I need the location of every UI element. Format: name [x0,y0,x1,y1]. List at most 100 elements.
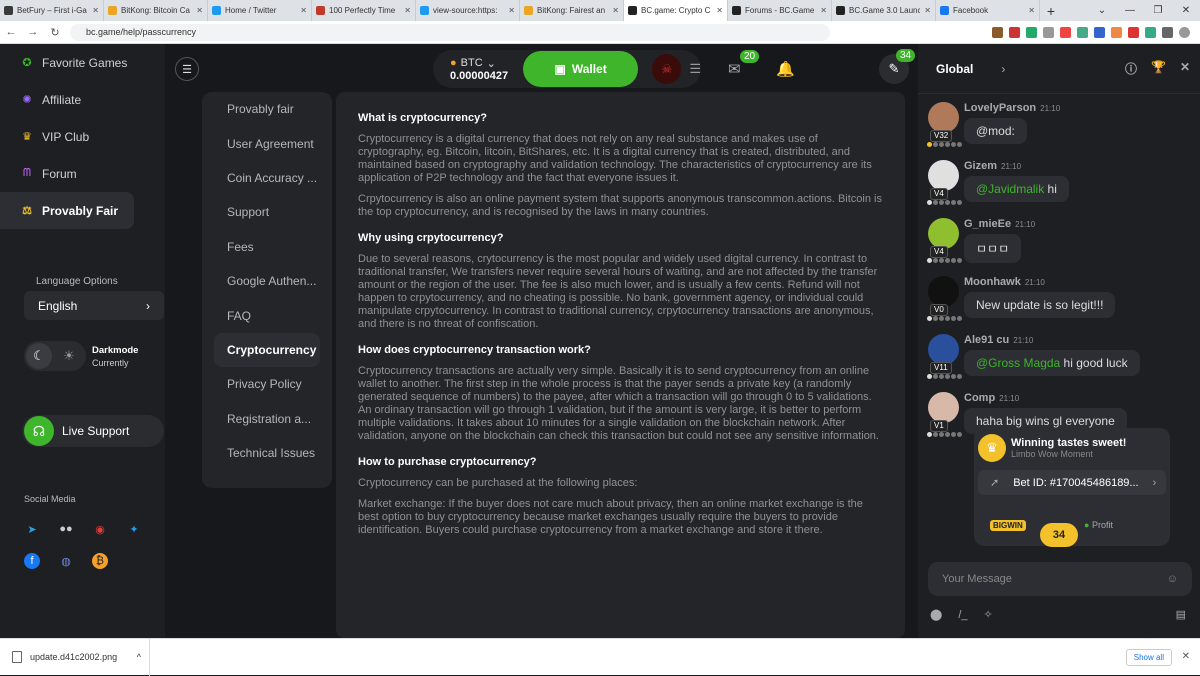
avatar[interactable] [928,218,959,249]
extension-icon[interactable] [1043,26,1054,38]
browser-tab[interactable]: BC.Game 3.0 Launc ✕ [832,0,936,21]
bell-icon[interactable]: 🔔 [776,60,795,78]
help-item[interactable]: Registration a... [202,402,332,436]
show-all-button[interactable]: Show all [1125,648,1172,666]
help-item[interactable]: Provably fair [202,92,332,126]
avatar[interactable] [928,102,959,133]
browser-tab[interactable]: Forums - BC.Game ✕ [728,0,832,21]
chat-username[interactable]: G_mieEe 21:10 [964,216,1200,230]
browser-tab[interactable]: BetFury – First i-Ga ✕ [0,0,104,21]
minimize-icon[interactable]: — [1116,0,1144,21]
keyboard-icon[interactable]: ▤ [1176,608,1186,621]
chevron-up-icon[interactable]: ^ [137,652,141,662]
browser-tab[interactable]: Home / Twitter ✕ [208,0,312,21]
mention-link[interactable]: @Gross Magda [976,356,1060,370]
currency-select[interactable]: ● BTC ⌄ 0.00000427 [433,57,523,82]
close-icon[interactable]: ✕ [1182,651,1190,662]
new-tab-button[interactable]: + [1040,0,1062,21]
tab-close-icon[interactable]: ✕ [300,6,307,15]
extension-icon[interactable] [1077,26,1088,38]
browser-tab[interactable]: view-source:https: ✕ [416,0,520,21]
extension-icon[interactable] [1060,26,1071,38]
extension-icon[interactable] [1145,26,1156,38]
tab-close-icon[interactable]: ✕ [716,6,723,15]
info-icon[interactable]: ⓘ [1125,60,1137,77]
forward-icon[interactable]: → [22,26,44,38]
help-item-cryptocurrency[interactable]: Cryptocurrency [214,332,320,368]
telegram-icon[interactable]: ➤ [24,521,40,537]
extension-icon[interactable] [1094,26,1105,38]
extension-icon[interactable] [1026,26,1037,38]
help-item[interactable]: Support [202,195,332,229]
avatar[interactable] [928,160,959,191]
reload-icon[interactable]: ↻ [44,26,66,39]
extension-icon[interactable] [1111,26,1122,38]
mention-link[interactable]: @Javidmalik [976,182,1044,196]
nav-provably-fair[interactable]: ⚖ Provably Fair [0,192,134,229]
puzzle-icon[interactable] [1162,26,1173,38]
twitter-icon[interactable]: ✦ [126,521,142,537]
help-item[interactable]: Google Authen... [202,264,332,298]
chat-username[interactable]: Moonhawk 21:10 [964,274,1200,288]
browser-tab[interactable]: BitKong: Fairest an ✕ [520,0,624,21]
nav-favorite-games[interactable]: ✪ Favorite Games [0,44,165,81]
chat-message-input[interactable]: Your Message ☺ [928,562,1192,596]
chat-username[interactable]: Comp 21:10 [964,390,1200,404]
github-icon[interactable]: ◉ [92,521,108,537]
extension-icon[interactable] [1009,26,1020,38]
help-item[interactable]: Technical Issues [202,436,332,470]
nav-forum[interactable]: ᗰ Forum [0,155,165,192]
tab-close-icon[interactable]: ✕ [92,6,99,15]
chat-tab-global[interactable]: Global [936,62,973,76]
browser-tab[interactable]: BitKong: Bitcoin Ca ✕ [104,0,208,21]
browser-tab[interactable]: BC.game: Crypto C ✕ [624,0,728,21]
avatar[interactable] [928,392,959,423]
chat-username[interactable]: LovelyParson 21:10 [964,100,1200,114]
chat-username[interactable]: Ale91 cu 21:10 [964,332,1200,346]
help-item[interactable]: Fees [202,230,332,264]
extension-icon[interactable] [992,26,1003,38]
bet-id-row[interactable]: ➚ Bet ID: #170045486189... › [978,470,1166,495]
close-icon[interactable]: ✕ [1180,60,1190,77]
maximize-icon[interactable]: ❐ [1144,0,1172,21]
avatar[interactable] [928,334,959,365]
avatar[interactable]: ☠ [652,54,682,84]
chat-username[interactable]: Gizem 21:10 [964,158,1200,172]
chevron-right-icon[interactable]: › [1001,62,1005,76]
tab-close-icon[interactable]: ✕ [820,6,827,15]
avatar[interactable] [928,276,959,307]
live-support-button[interactable]: ☊ Live Support [22,415,164,447]
extension-icon[interactable] [1128,26,1139,38]
help-item[interactable]: Privacy Policy [202,367,332,401]
help-item[interactable]: FAQ [202,298,332,332]
emoji-icon[interactable]: ☺ [1167,573,1178,585]
medium-icon[interactable]: ●● [58,521,74,537]
tab-close-icon[interactable]: ✕ [196,6,203,15]
tab-close-icon[interactable]: ✕ [508,6,515,15]
facebook-icon[interactable]: f [24,553,40,569]
nav-affiliate[interactable]: ✺ Affiliate [0,81,165,118]
discord-icon[interactable]: ◍ [58,553,74,569]
tab-close-icon[interactable]: ✕ [1028,6,1035,15]
profile-icon[interactable]: ⌄ [1088,0,1116,21]
browser-tab[interactable]: Facebook ✕ [936,0,1040,21]
browser-tab[interactable]: 100 Perfectly Time ✕ [312,0,416,21]
mail-icon[interactable]: ✉ [728,60,741,78]
download-item[interactable]: update.d41c2002.png ^ [0,638,150,676]
back-icon[interactable]: ← [0,26,22,38]
darkmode-toggle[interactable]: ☾ ☀ [24,341,86,371]
help-item[interactable]: Coin Accuracy ... [202,161,332,195]
url-field[interactable]: bc.game/help/passcurrency [70,23,830,41]
wallet-button[interactable]: ▣ Wallet [523,51,639,87]
menu-toggle-icon[interactable]: ☰ [175,57,199,81]
command-icon[interactable]: /_ [958,609,967,621]
help-item[interactable]: User Agreement [202,126,332,160]
unread-count-badge[interactable]: 34 [1040,523,1078,547]
avatar[interactable] [1179,26,1190,38]
close-window-icon[interactable]: ✕ [1172,0,1200,21]
nav-vip-club[interactable]: ♛ VIP Club [0,118,165,155]
tab-close-icon[interactable]: ✕ [612,6,619,15]
rain-icon[interactable]: ✧ [984,608,993,621]
language-select[interactable]: English › [24,291,164,320]
trophy-icon[interactable]: 🏆 [1151,60,1166,77]
